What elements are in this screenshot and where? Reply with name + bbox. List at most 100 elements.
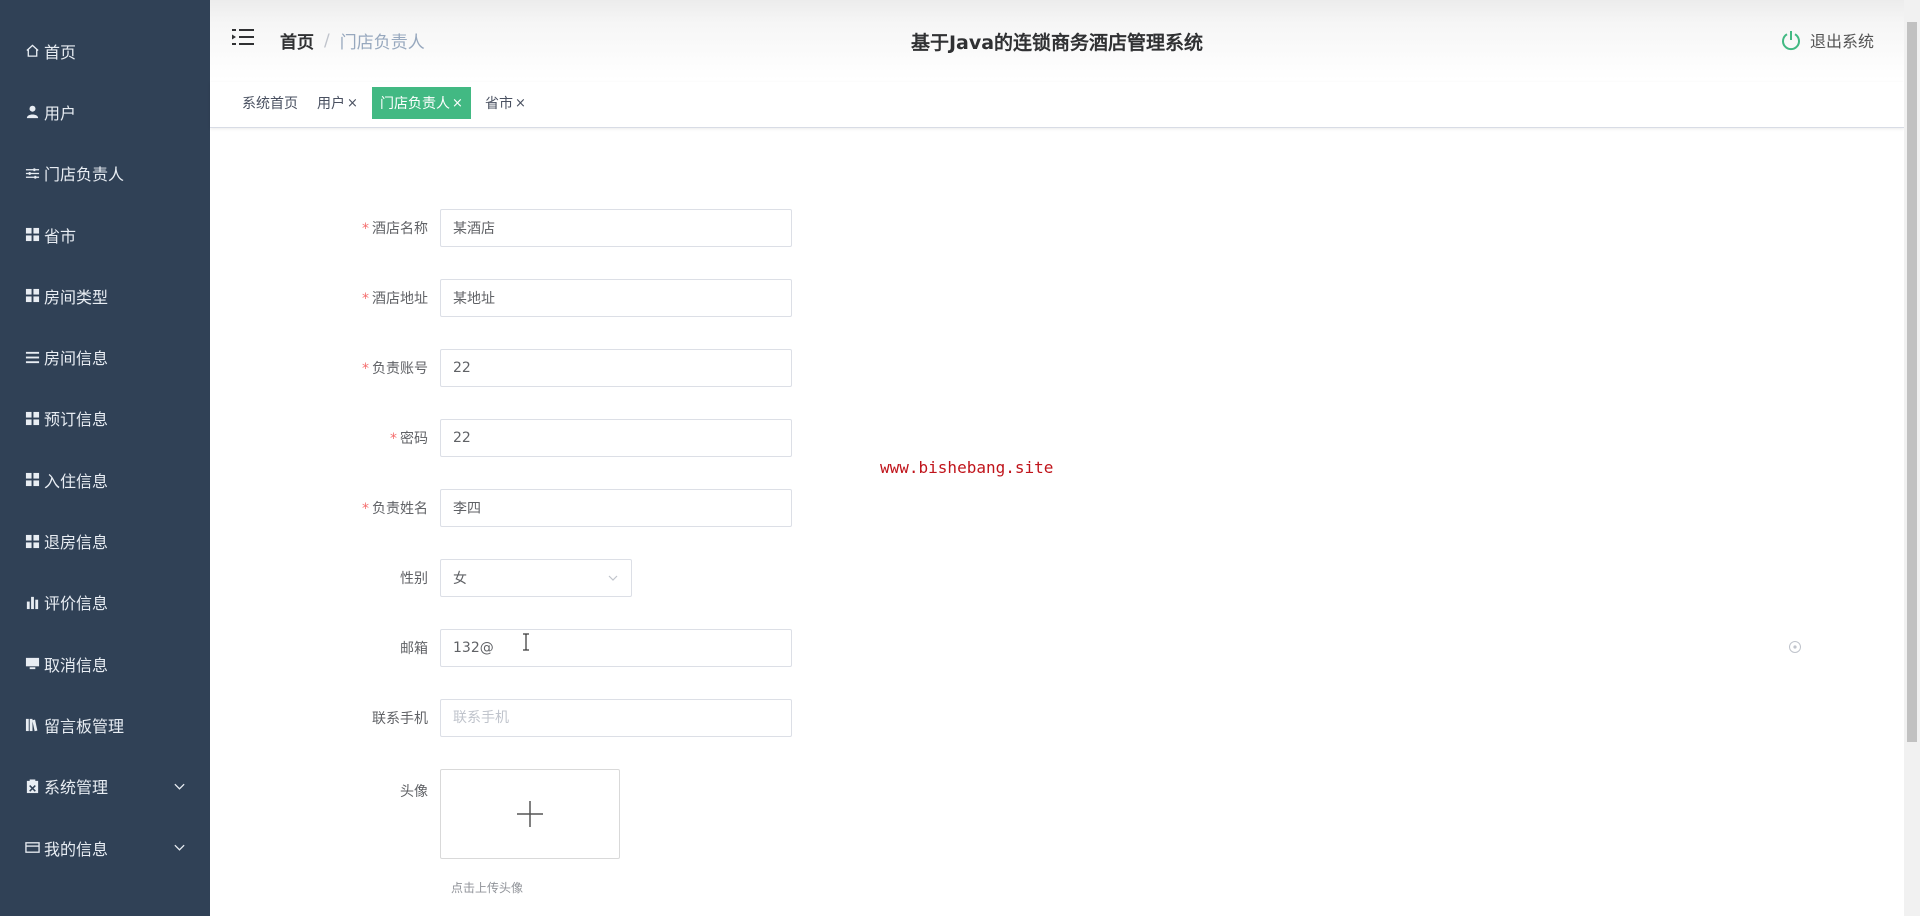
logout-button[interactable]: 退出系统: [1780, 28, 1874, 52]
sidebar-item-label: 我的信息: [44, 839, 109, 859]
chevron-down-icon: [172, 841, 186, 855]
list-icon: [24, 349, 40, 365]
tag-label: 省市: [485, 96, 513, 112]
settings-box-icon: [24, 778, 40, 794]
required-mark: *: [362, 501, 369, 517]
form-row-gender: 性别 女: [360, 559, 632, 597]
sidebar-item[interactable]: 退房信息: [0, 510, 210, 571]
user-icon: [24, 104, 40, 120]
gender-value: 女: [453, 571, 467, 587]
manager-name-label: * 负责姓名: [362, 501, 428, 517]
home-icon: [24, 43, 40, 59]
sidebar-item-label: 门店负责人: [44, 165, 125, 185]
grid-icon: [24, 288, 40, 304]
sidebar-item-label: 房间类型: [44, 287, 109, 307]
required-mark: *: [362, 361, 369, 377]
sidebar-item[interactable]: 省市: [0, 204, 210, 265]
form-row-hotel-name: * 酒店名称: [360, 209, 792, 247]
tag-user[interactable]: 用户 ×: [313, 87, 362, 119]
tag-label: 门店负责人: [380, 96, 450, 112]
sidebar: 首页用户门店负责人省市房间类型房间信息预订信息入住信息退房信息评价信息取消信息留…: [0, 0, 210, 916]
page-scrollbar[interactable]: [1904, 0, 1920, 916]
chevron-down-icon: [172, 779, 186, 793]
sidebar-item[interactable]: 房间信息: [0, 326, 210, 387]
sidebar-item[interactable]: 评价信息: [0, 572, 210, 633]
grid-icon: [24, 472, 40, 488]
tag-label: 系统首页: [242, 96, 298, 112]
phone-input[interactable]: [440, 699, 792, 737]
required-mark: *: [390, 431, 397, 447]
hotel-name-label: * 酒店名称: [362, 221, 428, 237]
grid-icon: [24, 410, 40, 426]
email-label: 邮箱: [400, 641, 428, 657]
text-cursor-icon: [523, 633, 529, 651]
avatar-label: 头像: [400, 784, 428, 800]
sidebar-item-label: 房间信息: [44, 349, 109, 369]
form-row-account: * 负责账号: [360, 349, 792, 387]
password-input[interactable]: [440, 419, 792, 457]
chevron-down-icon: [608, 575, 618, 581]
tags-view: 系统首页 用户 × 门店负责人 × 省市 ×: [210, 82, 1904, 128]
account-label: * 负责账号: [362, 361, 428, 377]
grid-icon: [24, 227, 40, 243]
sidebar-item-label: 退房信息: [44, 533, 109, 553]
scrollbar-thumb[interactable]: [1907, 22, 1917, 742]
sidebar-item[interactable]: 系统管理: [0, 756, 210, 817]
sidebar-menu: 首页用户门店负责人省市房间类型房间信息预订信息入住信息退房信息评价信息取消信息留…: [0, 0, 210, 878]
sidebar-item-label: 省市: [44, 226, 77, 246]
sidebar-item-label: 评价信息: [44, 594, 109, 614]
sidebar-item[interactable]: 留言板管理: [0, 694, 210, 755]
form-row-avatar: 头像: [360, 769, 620, 859]
sidebar-item[interactable]: 房间类型: [0, 265, 210, 326]
sidebar-item[interactable]: 我的信息: [0, 817, 210, 878]
tag-store-manager[interactable]: 门店负责人 ×: [372, 87, 471, 119]
sidebar-item-label: 入住信息: [44, 471, 109, 491]
logout-label: 退出系统: [1809, 32, 1874, 51]
gender-label: 性别: [400, 571, 428, 587]
sliders-icon: [24, 165, 40, 181]
phone-label: 联系手机: [372, 711, 428, 727]
sidebar-item[interactable]: 首页: [0, 20, 210, 81]
upload-tip: 点击上传头像: [451, 881, 524, 895]
hotel-address-label: * 酒店地址: [362, 291, 428, 307]
required-mark: *: [362, 291, 369, 307]
power-icon: [1782, 31, 1800, 51]
account-input[interactable]: [440, 349, 792, 387]
form-row-phone: 联系手机: [360, 699, 792, 737]
sidebar-item[interactable]: 门店负责人: [0, 143, 210, 204]
bar-chart-icon: [24, 594, 40, 610]
close-icon[interactable]: ×: [452, 96, 463, 111]
form-row-manager-name: * 负责姓名: [360, 489, 792, 527]
monitor-icon: [24, 656, 40, 672]
close-icon[interactable]: ×: [515, 96, 526, 111]
card-icon: [24, 840, 40, 856]
sidebar-item[interactable]: 预订信息: [0, 388, 210, 449]
password-label: * 密码: [390, 431, 428, 447]
tag-label: 用户: [317, 96, 345, 112]
sidebar-item-label: 取消信息: [44, 655, 109, 675]
sidebar-item-label: 系统管理: [44, 778, 109, 798]
gender-select[interactable]: 女: [440, 559, 632, 597]
hotel-address-input[interactable]: [440, 279, 792, 317]
form-row-email: 邮箱: [360, 629, 792, 667]
tag-province[interactable]: 省市 ×: [481, 87, 530, 119]
books-icon: [24, 717, 40, 733]
app-title: 基于Java的连锁商务酒店管理系统: [910, 32, 1204, 54]
form-row-hotel-address: * 酒店地址: [360, 279, 792, 317]
form-row-password: * 密码: [360, 419, 792, 457]
plus-icon: [517, 801, 543, 827]
circle-close-icon[interactable]: [1788, 640, 1802, 654]
sidebar-item[interactable]: 入住信息: [0, 449, 210, 510]
sidebar-item-label: 预订信息: [44, 410, 109, 430]
sidebar-item[interactable]: 用户: [0, 81, 210, 142]
sidebar-item-label: 首页: [44, 42, 77, 62]
sidebar-item[interactable]: 取消信息: [0, 633, 210, 694]
avatar-uploader[interactable]: [440, 769, 620, 859]
close-icon[interactable]: ×: [347, 96, 358, 111]
hotel-name-input[interactable]: [440, 209, 792, 247]
sidebar-item-label: 留言板管理: [44, 716, 125, 736]
manager-name-input[interactable]: [440, 489, 792, 527]
grid-icon: [24, 533, 40, 549]
email-input[interactable]: [440, 629, 792, 667]
tag-home[interactable]: 系统首页: [238, 87, 302, 119]
